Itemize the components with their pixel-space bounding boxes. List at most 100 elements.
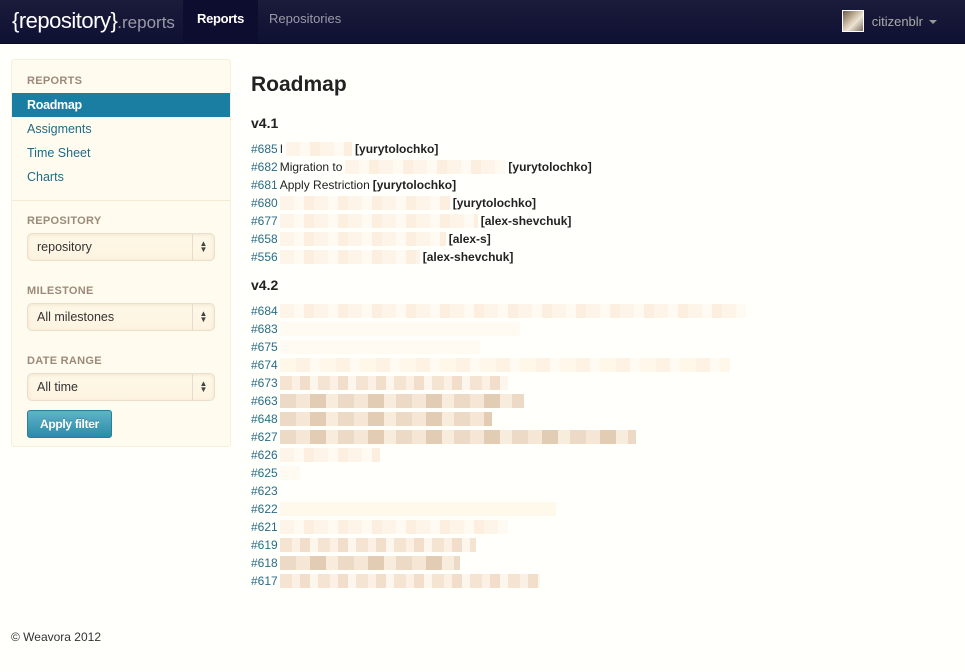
nav-tab-reports[interactable]: Reports [183,0,259,44]
redacted-text [279,412,492,426]
redacted-text [279,502,556,516]
apply-filter-button[interactable]: Apply filter [27,410,112,438]
issue-link[interactable]: #663 [251,392,278,410]
issue-link[interactable]: #556 [251,248,278,266]
redacted-text [279,232,446,246]
redacted-text [279,466,300,480]
issue-link[interactable]: #625 [251,464,278,482]
issue-row: #618 [251,554,463,572]
date-range-select[interactable]: All time ▲ ▼ [27,373,215,401]
avatar [841,10,864,32]
repository-label: REPOSITORY [27,215,102,227]
issue-link[interactable]: #680 [251,194,278,212]
navbar: {repository}.reports Reports Repositorie… [0,0,965,44]
issue-row: #622 [251,500,559,518]
redacted-text [279,376,508,390]
issue-link[interactable]: #681 [251,176,278,194]
issue-title: Migration to [279,160,343,174]
issue-row: #673 [251,374,511,392]
brand-suffix: .reports [117,13,175,32]
issue-row: #683 [251,320,523,338]
redacted-text [279,448,380,462]
issue-title: I [279,142,284,156]
select-arrows-icon: ▲ ▼ [192,304,214,330]
redacted-text [286,142,353,156]
issue-link[interactable]: #627 [251,428,278,446]
issue-assignee: [alex-shevchuk] [480,214,572,228]
issue-link[interactable]: #684 [251,302,278,320]
issue-row: #627 [251,428,639,446]
issue-row: #617 [251,572,543,590]
sidebar-divider [12,200,230,201]
issue-row: #663 [251,392,527,410]
redacted-text [279,304,746,318]
redacted-text [279,214,478,228]
issue-link[interactable]: #619 [251,536,278,554]
caret-down-icon [929,20,937,24]
issue-link[interactable]: #685 [251,140,278,158]
sidebar-item-charts[interactable]: Charts [12,165,230,189]
sidebar-item-roadmap[interactable]: Roadmap [12,93,230,117]
redacted-text [279,196,450,210]
issue-link[interactable]: #658 [251,230,278,248]
user-name: citizenblr [871,13,923,29]
redacted-text [279,340,480,354]
select-arrows-icon: ▲ ▼ [192,234,214,260]
issue-link[interactable]: #673 [251,374,278,392]
nav-tab-repositories[interactable]: Repositories [255,0,355,44]
issue-link[interactable]: #623 [251,482,278,500]
issue-link[interactable]: #675 [251,338,278,356]
redacted-text [279,358,730,372]
issue-row: #684 [251,302,749,320]
sidebar-item-assigments[interactable]: Assigments [12,117,230,141]
issue-assignee: [alex-s] [448,232,491,246]
date-range-select-value: All time [37,380,78,394]
issue-row: #556 [alex-shevchuk] [251,248,513,266]
milestone-select-value: All milestones [37,310,115,324]
redacted-text [279,394,524,408]
issue-row: #685 I [yurytolochko] [251,140,438,158]
sidebar: REPORTS Roadmap Assigments Time Sheet Ch… [11,59,231,447]
issue-row: #626 [251,446,383,464]
milestone-select[interactable]: All milestones ▲ ▼ [27,303,215,331]
redacted-text [279,520,508,534]
issue-row: #625 [251,464,303,482]
issue-link[interactable]: #618 [251,554,278,572]
issue-link[interactable]: #674 [251,356,278,374]
issue-assignee: [alex-shevchuk] [422,250,514,264]
brand-logo[interactable]: {repository}.reports [12,8,175,34]
issue-row: #675 [251,338,483,356]
issue-row: #658 [alex-s] [251,230,491,248]
issue-link[interactable]: #677 [251,212,278,230]
issue-row: #648 [251,410,495,428]
page-title: Roadmap [251,73,347,96]
date-range-label: DATE RANGE [27,355,102,367]
issue-assignee: [yurytolochko] [508,160,592,174]
redacted-text [345,160,506,174]
redacted-text [279,556,460,570]
issue-link[interactable]: #682 [251,158,278,176]
select-arrows-icon: ▲ ▼ [192,374,214,400]
issue-link[interactable]: #648 [251,410,278,428]
issue-row: #682 Migration to [yurytolochko] [251,158,592,176]
brand-name: {repository} [12,8,118,33]
milestone-heading: v4.1 [251,115,279,131]
issue-row: #680 [yurytolochko] [251,194,536,212]
reports-header: REPORTS [27,75,83,87]
repository-select[interactable]: repository ▲ ▼ [27,233,215,261]
issue-link[interactable]: #626 [251,446,278,464]
issue-link[interactable]: #617 [251,572,278,590]
redacted-text [279,538,476,552]
footer-copyright: © Weavora 2012 [11,630,102,644]
issue-row: #621 [251,518,511,536]
issue-link[interactable]: #683 [251,320,278,338]
redacted-text [279,574,540,588]
sidebar-item-time-sheet[interactable]: Time Sheet [12,141,230,165]
issue-link[interactable]: #621 [251,518,278,536]
redacted-text [279,430,636,444]
user-menu[interactable]: citizenblr [841,9,937,33]
milestone-label: MILESTONE [27,285,94,297]
repository-select-value: repository [37,240,92,254]
issue-assignee: [yurytolochko] [355,142,439,156]
issue-link[interactable]: #622 [251,500,278,518]
